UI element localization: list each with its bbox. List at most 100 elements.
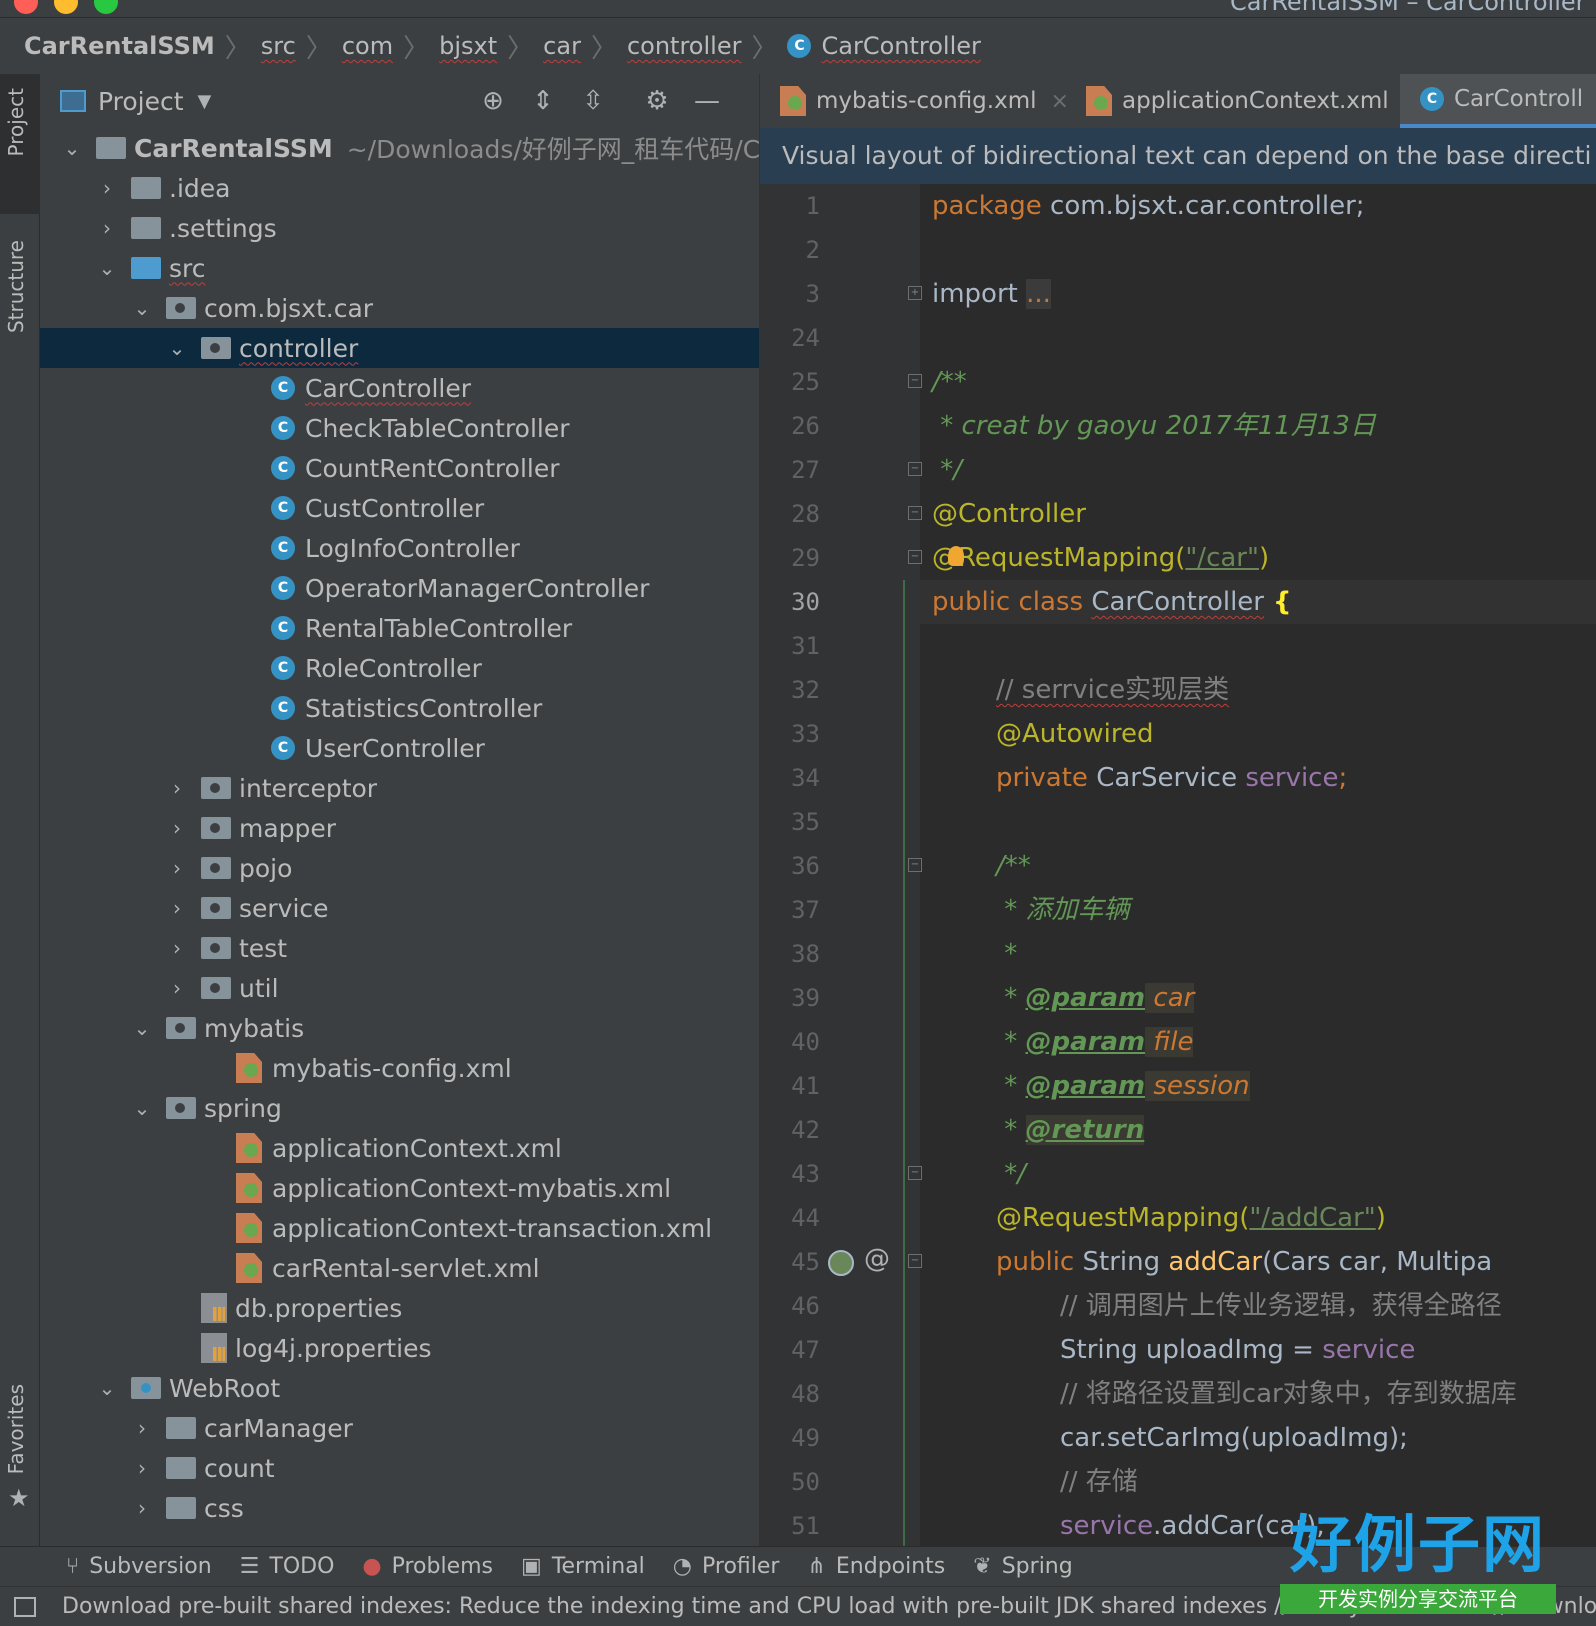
line-number[interactable]: 47: [760, 1328, 820, 1372]
tab-car-controller[interactable]: C CarControll: [1400, 74, 1596, 128]
tree-node-mybatis[interactable]: ⌄ mybatis: [40, 1008, 759, 1048]
line-number[interactable]: 39: [760, 976, 820, 1020]
line-number[interactable]: 25: [760, 360, 820, 404]
line-number[interactable]: 41: [760, 1064, 820, 1108]
code-editor[interactable]: 1 2 3 24 25 26 27 28 29 30 31 32 33 34 35 36 37 38 39 40 41 4…: [760, 184, 1596, 1546]
line-number[interactable]: 37: [760, 888, 820, 932]
breadcrumb-src[interactable]: src: [261, 32, 296, 60]
tool-window-todo[interactable]: ☰ TODO: [240, 1554, 335, 1579]
breadcrumb-controller[interactable]: controller: [627, 32, 742, 60]
chevron-right-icon[interactable]: ›: [97, 176, 117, 200]
line-number[interactable]: 35: [760, 800, 820, 844]
panel-toggle-icon[interactable]: [14, 1597, 36, 1617]
chevron-right-icon[interactable]: ›: [167, 936, 187, 960]
tool-window-endpoints[interactable]: ⋔ Endpoints: [807, 1554, 945, 1579]
tree-node-applicationcontext-xml[interactable]: applicationContext.xml: [40, 1128, 759, 1168]
chevron-down-icon[interactable]: ⌄: [167, 336, 187, 360]
tree-node-rentaltablecontroller[interactable]: C RentalTableController: [40, 608, 759, 648]
line-number[interactable]: 42: [760, 1108, 820, 1152]
chevron-right-icon[interactable]: ›: [167, 976, 187, 1000]
chevron-right-icon[interactable]: ›: [167, 856, 187, 880]
fold-toggle-icon[interactable]: −: [908, 1166, 922, 1180]
tree-node-service[interactable]: › service: [40, 888, 759, 928]
tool-window-terminal[interactable]: ▣ Terminal: [521, 1554, 645, 1579]
chevron-down-icon[interactable]: ⌄: [132, 1016, 152, 1040]
structure-side-tab[interactable]: Structure: [4, 240, 28, 333]
chevron-down-icon[interactable]: ▼: [198, 91, 212, 112]
bulb-icon[interactable]: [948, 546, 964, 566]
chevron-right-icon[interactable]: ›: [132, 1416, 152, 1440]
line-number[interactable]: 34: [760, 756, 820, 800]
line-number[interactable]: 44: [760, 1196, 820, 1240]
chevron-down-icon[interactable]: ⌄: [132, 296, 152, 320]
chevron-down-icon[interactable]: ⌄: [132, 1096, 152, 1120]
fold-toggle-icon[interactable]: +: [908, 286, 922, 300]
fold-toggle-icon[interactable]: −: [908, 1254, 922, 1268]
tree-node--settings[interactable]: › .settings: [40, 208, 759, 248]
tab-application-context[interactable]: applicationContext.xml ×: [1066, 74, 1421, 128]
fold-toggle-icon[interactable]: −: [908, 858, 922, 872]
chevron-right-icon[interactable]: ›: [97, 216, 117, 240]
chevron-down-icon[interactable]: ⌄: [97, 256, 117, 280]
minimize-window-button[interactable]: [54, 0, 78, 14]
tree-node-loginfocontroller[interactable]: C LogInfoController: [40, 528, 759, 568]
tree-node-interceptor[interactable]: › interceptor: [40, 768, 759, 808]
line-number[interactable]: 31: [760, 624, 820, 668]
tree-node-spring[interactable]: ⌄ spring: [40, 1088, 759, 1128]
tree-node-css[interactable]: › css: [40, 1488, 759, 1528]
project-view-selector[interactable]: Project: [98, 87, 184, 116]
zoom-window-button[interactable]: [94, 0, 118, 14]
tree-node-count[interactable]: › count: [40, 1448, 759, 1488]
tree-node-applicationcontext-transaction-xml[interactable]: applicationContext-transaction.xml: [40, 1208, 759, 1248]
breadcrumb-com[interactable]: com: [342, 32, 393, 60]
fold-toggle-icon[interactable]: −: [908, 462, 922, 476]
line-number[interactable]: 49: [760, 1416, 820, 1460]
line-number[interactable]: 29: [760, 536, 820, 580]
chevron-right-icon[interactable]: ›: [167, 776, 187, 800]
close-window-button[interactable]: [14, 0, 38, 14]
tree-node-carcontroller[interactable]: C CarController: [40, 368, 759, 408]
tab-mybatis-config[interactable]: mybatis-config.xml ×: [760, 74, 1069, 128]
line-number[interactable]: 36: [760, 844, 820, 888]
tree-node-com-bjsxt-car[interactable]: ⌄ com.bjsxt.car: [40, 288, 759, 328]
line-number[interactable]: 32: [760, 668, 820, 712]
tree-node-test[interactable]: › test: [40, 928, 759, 968]
at-sign-icon[interactable]: @: [864, 1244, 890, 1274]
locate-icon[interactable]: ⊕: [476, 84, 510, 118]
chevron-down-icon[interactable]: ⌄: [97, 1376, 117, 1400]
line-number[interactable]: 33: [760, 712, 820, 756]
breadcrumb-car[interactable]: car: [543, 32, 581, 60]
line-number[interactable]: 2: [760, 228, 820, 272]
chevron-right-icon[interactable]: ›: [132, 1456, 152, 1480]
line-number[interactable]: 27: [760, 448, 820, 492]
line-number[interactable]: 3: [760, 272, 820, 316]
tree-node-webroot[interactable]: ⌄ WebRoot: [40, 1368, 759, 1408]
tree-node-log4j-properties[interactable]: log4j.properties: [40, 1328, 759, 1368]
collapse-all-icon[interactable]: ⇳: [576, 84, 610, 118]
breadcrumb-bjsxt[interactable]: bjsxt: [439, 32, 497, 60]
chevron-down-icon[interactable]: ⌄: [62, 136, 82, 160]
line-number[interactable]: 26: [760, 404, 820, 448]
tree-node-util[interactable]: › util: [40, 968, 759, 1008]
project-side-tab[interactable]: Project: [4, 88, 28, 156]
tree-node-operatormanagercontroller[interactable]: C OperatorManagerController: [40, 568, 759, 608]
line-number[interactable]: 38: [760, 932, 820, 976]
chevron-right-icon[interactable]: ›: [167, 896, 187, 920]
tree-node--idea[interactable]: › .idea: [40, 168, 759, 208]
tree-node-src[interactable]: ⌄ src: [40, 248, 759, 288]
line-number[interactable]: 24: [760, 316, 820, 360]
gear-icon[interactable]: ⚙: [640, 84, 674, 118]
tool-window-subversion[interactable]: ⑂ Subversion: [66, 1554, 212, 1579]
line-number[interactable]: 46: [760, 1284, 820, 1328]
line-number[interactable]: 30: [760, 580, 820, 624]
hide-panel-icon[interactable]: —: [690, 84, 724, 118]
tree-node-usercontroller[interactable]: C UserController: [40, 728, 759, 768]
line-number[interactable]: 51: [760, 1504, 820, 1546]
tool-window-problems[interactable]: ● Problems: [362, 1554, 493, 1579]
tool-window-profiler[interactable]: ◔ Profiler: [673, 1554, 780, 1579]
tree-node-checktablecontroller[interactable]: C CheckTableController: [40, 408, 759, 448]
tree-node-carrentalssm[interactable]: ⌄ CarRentalSSM ~/Downloads/好例子网_租车代码/C: [40, 128, 759, 168]
line-number[interactable]: 28: [760, 492, 820, 536]
tree-node-controller[interactable]: ⌄ controller: [40, 328, 759, 368]
tree-node-mybatis-config-xml[interactable]: mybatis-config.xml: [40, 1048, 759, 1088]
